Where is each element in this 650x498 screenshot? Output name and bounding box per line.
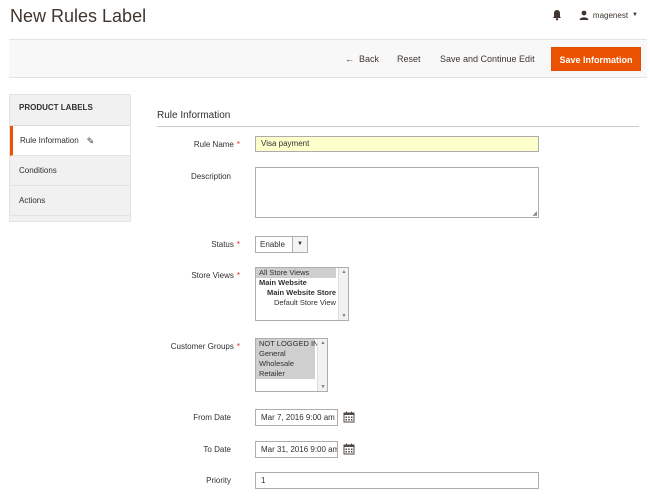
from-date-input[interactable]: Mar 7, 2016 9:00 am (255, 409, 338, 426)
page-title: New Rules Label (10, 6, 147, 26)
store-views-label: Store Views * (191, 271, 240, 280)
bell-icon[interactable] (551, 9, 563, 21)
scrollbar[interactable]: ▲ ▼ (338, 268, 348, 320)
save-continue-button[interactable]: Save and Continue Edit (440, 40, 535, 79)
header-user-area: magenest ▼ (551, 9, 638, 21)
rule-name-input[interactable]: Visa payment (255, 136, 539, 152)
resize-handle-icon[interactable]: ◢ (532, 210, 537, 217)
status-select[interactable]: Enable ▼ (255, 236, 308, 253)
store-views-multiselect[interactable]: All Store Views Main Website Main Websit… (255, 267, 349, 321)
customer-group-option[interactable]: Retailer (256, 369, 315, 379)
calendar-icon[interactable] (343, 411, 355, 423)
store-view-option[interactable]: All Store Views (256, 268, 336, 278)
section-title: Rule Information (157, 110, 231, 121)
priority-input[interactable]: 1 (255, 472, 539, 489)
store-view-option[interactable]: Default Store View (256, 298, 336, 308)
sidebar-item-actions[interactable]: Actions (10, 186, 130, 216)
chevron-down-icon: ▼ (292, 237, 307, 252)
scroll-down-icon[interactable]: ▼ (318, 384, 327, 390)
user-menu[interactable]: magenest ▼ (579, 10, 638, 20)
back-label: Back (359, 54, 380, 64)
status-label: Status * (211, 240, 240, 249)
scroll-up-icon[interactable]: ▲ (339, 269, 348, 275)
customer-group-option[interactable]: General (256, 349, 315, 359)
sidebar-item-conditions[interactable]: Conditions (10, 156, 130, 186)
arrow-left-icon: ← (345, 54, 354, 64)
priority-label: Priority (206, 476, 231, 485)
caret-down-icon: ▼ (632, 12, 638, 18)
customer-groups-multiselect[interactable]: NOT LOGGED IN General Wholesale Retailer… (255, 338, 328, 392)
scroll-up-icon[interactable]: ▲ (318, 340, 327, 346)
back-button[interactable]: ← Back (345, 40, 379, 79)
page-actions-bar: ← Back Reset Save and Continue Edit Save… (9, 39, 647, 78)
customer-group-option[interactable]: Wholesale (256, 359, 315, 369)
username: magenest (592, 10, 629, 20)
rule-name-label: Rule Name * (193, 140, 240, 149)
user-icon (579, 10, 589, 20)
customer-groups-label: Customer Groups * (170, 342, 240, 351)
description-label: Description (190, 172, 231, 181)
store-view-group: Main Website (259, 278, 307, 287)
sidebar: PRODUCT LABELS Rule Information ✎ Condit… (9, 94, 131, 222)
scrollbar[interactable]: ▲ ▼ (317, 339, 327, 391)
save-button[interactable]: Save Information (551, 47, 641, 71)
from-date-label: From Date (193, 413, 231, 422)
store-view-group: Main Website Store (267, 288, 337, 297)
to-date-label: To Date (203, 445, 231, 454)
description-textarea[interactable]: ◢ (255, 167, 539, 218)
scroll-down-icon[interactable]: ▼ (339, 313, 348, 319)
reset-button[interactable]: Reset (397, 40, 421, 79)
section-divider (157, 126, 639, 127)
to-date-input[interactable]: Mar 31, 2016 9:00 am (255, 441, 338, 458)
calendar-icon[interactable] (343, 443, 355, 455)
sidebar-title: PRODUCT LABELS (10, 95, 130, 126)
customer-group-option[interactable]: NOT LOGGED IN (256, 339, 318, 349)
